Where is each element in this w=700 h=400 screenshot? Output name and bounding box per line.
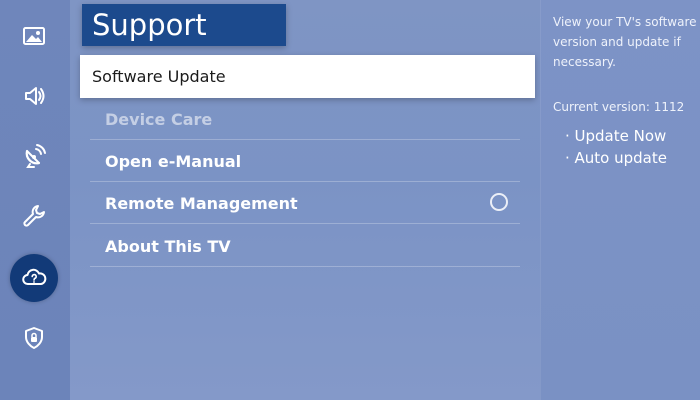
sidebar-item-broadcasting[interactable]	[8, 130, 60, 182]
current-version: Current version: 1112	[553, 100, 685, 114]
sidebar-item-privacy[interactable]	[8, 312, 60, 364]
sidebar-item-picture[interactable]	[8, 10, 60, 62]
wrench-icon	[23, 205, 45, 227]
picture-icon	[23, 27, 45, 45]
speaker-icon	[25, 87, 45, 105]
page-title: Support	[82, 4, 286, 46]
menu-item-software-update[interactable]: Software Update	[80, 55, 535, 98]
menu-item-remote-management[interactable]: Remote Management	[90, 183, 520, 224]
option-update-now: · Update Now	[565, 127, 667, 145]
sidebar	[0, 0, 70, 400]
option-auto-update: · Auto update	[565, 149, 667, 167]
cloud-question-icon	[22, 268, 47, 285]
satellite-dish-icon	[25, 144, 46, 168]
info-description: View your TV's software version and upda…	[553, 15, 697, 69]
menu-item-label: Device Care	[105, 110, 213, 129]
sidebar-item-general[interactable]	[8, 190, 60, 242]
menu-item-label: Open e-Manual	[105, 152, 242, 171]
menu-item-label: Remote Management	[105, 194, 298, 213]
remote-management-toggle[interactable]	[490, 193, 508, 211]
menu-item-device-care[interactable]: Device Care	[90, 99, 520, 140]
menu-item-about-this-tv[interactable]: About This TV	[90, 226, 520, 267]
menu-item-open-e-manual[interactable]: Open e-Manual	[90, 141, 520, 182]
sidebar-item-sound[interactable]	[8, 70, 60, 122]
settings-menu: Support Software Update Device Care Open…	[70, 0, 540, 400]
info-panel: View your TV's software version and upda…	[540, 0, 700, 400]
sidebar-item-support[interactable]	[10, 254, 58, 302]
shield-lock-icon	[25, 327, 43, 349]
menu-item-label: About This TV	[105, 237, 231, 256]
